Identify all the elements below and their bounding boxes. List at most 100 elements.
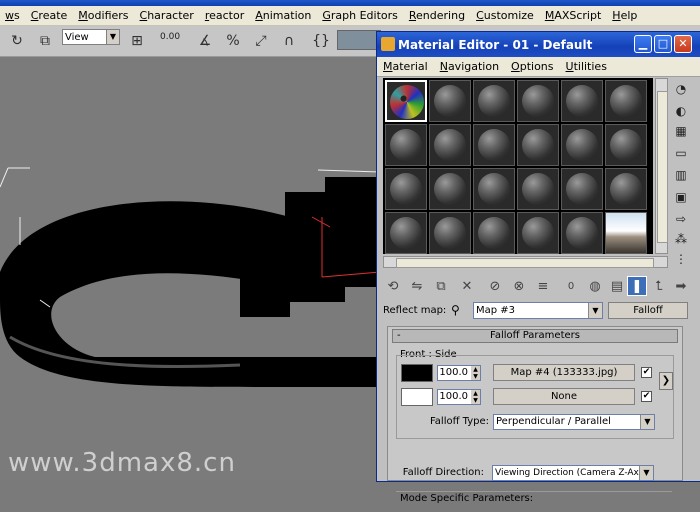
menu-modifiers[interactable]: Modifiers <box>73 9 134 22</box>
menu-help[interactable]: Help <box>607 9 643 22</box>
sample-slot[interactable] <box>385 124 427 166</box>
sample-slot[interactable] <box>517 80 559 122</box>
sample-slot[interactable] <box>561 168 603 210</box>
edit-named-selection-icon[interactable]: {} <box>310 31 332 51</box>
backlight-icon[interactable]: ◐ <box>672 102 690 120</box>
assign-material-icon[interactable]: ⧉ <box>431 276 451 296</box>
chevron-down-icon[interactable]: ▼ <box>588 303 602 318</box>
sample-slot[interactable] <box>473 124 515 166</box>
go-to-parent-icon[interactable]: ⮤ <box>649 276 669 296</box>
magnet-icon[interactable]: ∩ <box>278 31 300 51</box>
background-checker-icon[interactable]: ▦ <box>672 122 690 140</box>
sample-slot[interactable] <box>517 124 559 166</box>
pivot-icon[interactable]: ⊞ <box>126 31 148 51</box>
falloff-type-dropdown[interactable]: Perpendicular / Parallel ▼ <box>493 414 655 430</box>
sample-slot-active[interactable] <box>385 80 427 122</box>
spinner-arrows-icon[interactable]: ▲ ▼ <box>471 366 480 380</box>
front-map-button[interactable]: Map #4 (133333.jpg) <box>493 364 635 381</box>
front-map-checkbox[interactable]: ✔ <box>641 367 652 378</box>
eyedropper-icon[interactable]: ⚲ <box>451 303 460 317</box>
menu-graph-editors[interactable]: Graph Editors <box>317 9 404 22</box>
rollout-header[interactable]: - Falloff Parameters <box>392 329 678 343</box>
menu-material[interactable]: Material <box>377 60 434 73</box>
put-to-scene-icon[interactable]: ⇋ <box>407 276 427 296</box>
reset-map-icon[interactable]: ✕ <box>457 276 477 296</box>
sample-slot[interactable] <box>561 80 603 122</box>
sample-slot[interactable] <box>561 124 603 166</box>
make-unique-icon[interactable]: ⊗ <box>509 276 529 296</box>
named-selection-field[interactable] <box>337 30 381 50</box>
sample-slot[interactable] <box>429 80 471 122</box>
close-button[interactable]: ✕ <box>674 35 692 53</box>
spinner-snap-icon[interactable]: ⤢ <box>250 31 272 51</box>
options-icon[interactable]: ⇨ <box>672 210 690 228</box>
menu-customize[interactable]: Customize <box>471 9 540 22</box>
sample-slot[interactable] <box>473 80 515 122</box>
chevron-down-icon[interactable]: ▼ <box>639 466 653 480</box>
scale-icon[interactable]: ⧉ <box>34 31 56 51</box>
rotate-icon[interactable]: ↻ <box>6 31 28 51</box>
copy-material-icon[interactable]: ⊘ <box>485 276 505 296</box>
viewport[interactable] <box>0 57 380 480</box>
front-color-swatch[interactable] <box>401 364 433 382</box>
material-editor-titlebar[interactable]: Material Editor - 01 - Default ▁ □ ✕ <box>377 32 700 57</box>
put-to-library-icon[interactable]: ≡ <box>533 276 553 296</box>
sample-slot[interactable] <box>605 124 647 166</box>
side-amount-spinner[interactable]: 100.0 ▲ ▼ <box>437 389 481 405</box>
video-color-check-icon[interactable]: ▥ <box>672 166 690 184</box>
show-map-in-viewport-icon[interactable]: ◍ <box>585 276 605 296</box>
menu-reactor[interactable]: reactor <box>200 9 250 22</box>
minimize-button[interactable]: ▁ <box>634 35 652 53</box>
side-map-checkbox[interactable]: ✔ <box>641 391 652 402</box>
sample-slot[interactable] <box>561 212 603 254</box>
go-forward-sibling-icon[interactable]: ➡ <box>671 276 691 296</box>
sample-uv-tiling-icon[interactable]: ▭ <box>672 144 690 162</box>
sample-slot[interactable] <box>517 212 559 254</box>
menu-utilities[interactable]: Utilities <box>560 60 613 73</box>
percent-snap-icon[interactable]: % <box>222 31 244 51</box>
reference-coordinate-select[interactable]: View ▼ <box>62 29 120 45</box>
sample-slot[interactable] <box>385 168 427 210</box>
sample-slot[interactable] <box>429 124 471 166</box>
get-material-icon[interactable]: ⟲ <box>383 276 403 296</box>
map-type-button[interactable]: Falloff <box>608 302 688 319</box>
sample-type-icon[interactable]: ◔ <box>672 80 690 98</box>
menu-character[interactable]: Character <box>135 9 200 22</box>
spinner-arrows-icon[interactable]: ▲ ▼ <box>471 390 480 404</box>
sample-slot[interactable] <box>517 168 559 210</box>
swap-colors-button[interactable]: ❯ <box>659 372 673 390</box>
material-navigator-icon[interactable]: ⋮ <box>672 250 690 268</box>
menu-rendering[interactable]: Rendering <box>404 9 471 22</box>
menu-create[interactable]: Create <box>26 9 74 22</box>
menu-animation[interactable]: Animation <box>250 9 317 22</box>
material-id-channel[interactable]: 0 <box>561 276 581 296</box>
show-end-result-toggle-icon[interactable]: ❚ <box>627 276 647 296</box>
slot-vertical-scrollbar[interactable] <box>655 78 668 254</box>
side-color-swatch[interactable] <box>401 388 433 406</box>
select-by-material-icon[interactable]: ⁂ <box>672 230 690 248</box>
sample-slot[interactable] <box>429 212 471 254</box>
scroll-thumb[interactable] <box>396 258 654 268</box>
falloff-direction-dropdown[interactable]: Viewing Direction (Camera Z-Axis) ▼ <box>492 465 654 481</box>
sample-slot[interactable] <box>605 168 647 210</box>
menu-ws[interactable]: ws <box>0 9 26 22</box>
sample-slot-environment[interactable] <box>605 212 647 254</box>
menu-maxscript[interactable]: MAXScript <box>540 9 607 22</box>
sample-slot[interactable] <box>473 212 515 254</box>
slot-horizontal-scrollbar[interactable] <box>383 256 668 268</box>
show-end-result-icon[interactable]: ▤ <box>607 276 627 296</box>
menu-options[interactable]: Options <box>505 60 559 73</box>
menu-navigation[interactable]: Navigation <box>434 60 505 73</box>
sample-slot[interactable] <box>605 80 647 122</box>
make-preview-icon[interactable]: ▣ <box>672 188 690 206</box>
sample-slot[interactable] <box>385 212 427 254</box>
angle-snap-icon[interactable]: ∡ <box>194 31 216 51</box>
sample-slot[interactable] <box>473 168 515 210</box>
side-map-button[interactable]: None <box>493 388 635 405</box>
front-amount-spinner[interactable]: 100.0 ▲ ▼ <box>437 365 481 381</box>
scroll-thumb[interactable] <box>657 91 668 243</box>
sample-slot[interactable] <box>429 168 471 210</box>
maximize-button[interactable]: □ <box>654 35 672 53</box>
map-name-field[interactable]: Map #3 ▼ <box>473 302 603 319</box>
chevron-down-icon[interactable]: ▼ <box>640 415 654 429</box>
